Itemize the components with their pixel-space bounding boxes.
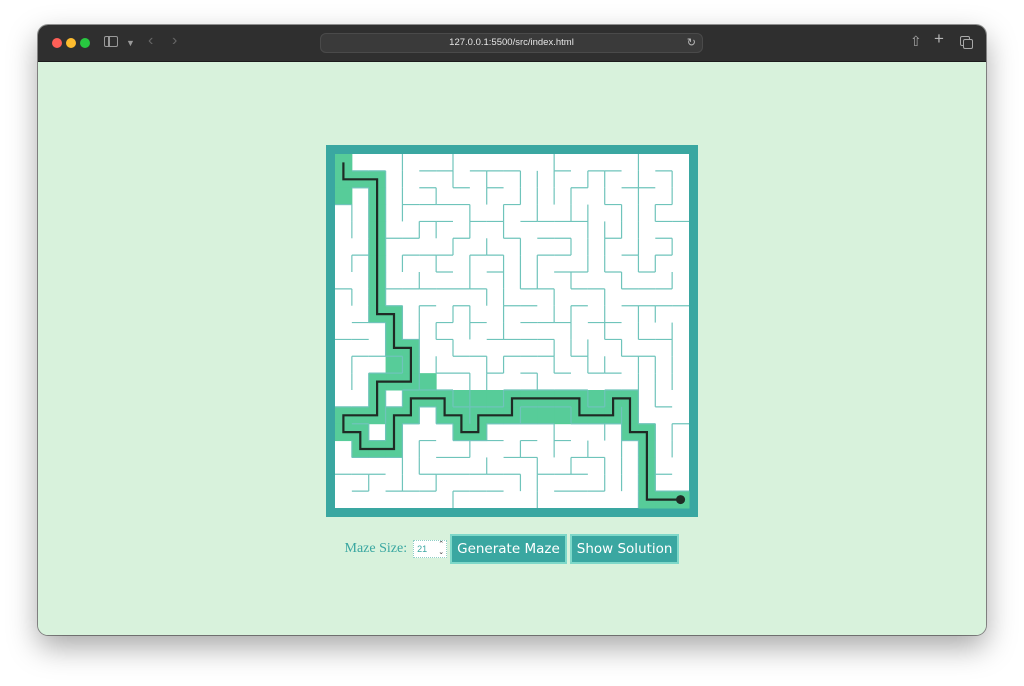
visited-cell [486, 390, 505, 408]
visited-cell [335, 187, 353, 206]
visited-cell [469, 390, 488, 408]
back-icon[interactable]: ‹ [148, 33, 153, 49]
browser-window: ▼ ‹ › 127.0.0.1:5500/src/index.html ↻ ⇧ … [38, 25, 986, 635]
generate-maze-button[interactable]: Generate Maze [450, 534, 567, 564]
maze-size-value: 21 [417, 544, 428, 554]
visited-cell [385, 356, 403, 374]
maze-size-input[interactable]: 21 ⌃ ⌄ [413, 540, 448, 558]
visited-cell [520, 406, 538, 425]
sidebar-icon[interactable] [104, 36, 118, 47]
chevron-down-icon[interactable]: ▼ [126, 36, 135, 50]
new-tab-icon[interactable]: + [934, 30, 944, 47]
tab-overview-icon[interactable] [960, 36, 973, 49]
visited-cell [537, 406, 555, 425]
page-content: Maze Size: 21 ⌃ ⌄ Generate Maze Show Solu… [38, 62, 986, 635]
maze-canvas [326, 145, 698, 517]
close-window-button[interactable] [52, 38, 62, 48]
end-marker [676, 495, 686, 505]
show-solution-button[interactable]: Show Solution [569, 534, 680, 564]
address-bar[interactable]: 127.0.0.1:5500/src/index.html ↻ [320, 33, 703, 53]
visited-cell [419, 373, 437, 391]
visited-cell [554, 406, 572, 425]
reload-icon[interactable]: ↻ [687, 36, 696, 49]
title-bar: ▼ ‹ › 127.0.0.1:5500/src/index.html ↻ ⇧ … [38, 25, 986, 62]
stepper-icon[interactable]: ⌃ ⌄ [438, 541, 444, 557]
maze-controls: Maze Size: 21 ⌃ ⌄ Generate Maze Show Solu… [38, 534, 986, 564]
minimize-window-button[interactable] [66, 38, 76, 48]
visited-cell [587, 390, 606, 408]
zoom-window-button[interactable] [80, 38, 90, 48]
forward-icon[interactable]: › [172, 33, 177, 49]
maze-size-label: Maze Size: [344, 541, 408, 556]
share-icon[interactable]: ⇧ [910, 34, 922, 48]
visited-cell [453, 390, 471, 408]
url-text: 127.0.0.1:5500/src/index.html [449, 37, 574, 48]
maze-container [326, 145, 698, 517]
